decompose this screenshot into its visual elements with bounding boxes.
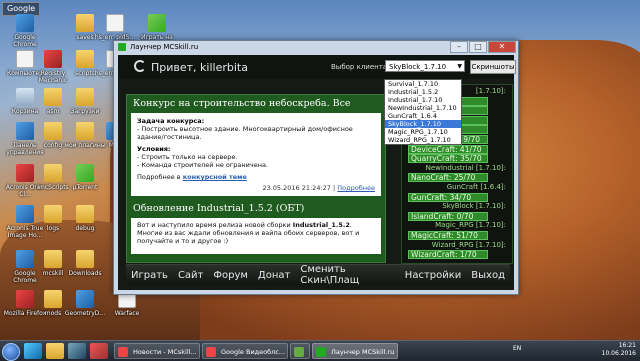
folder-icon	[76, 205, 94, 223]
client-select-label: Выбор клиента:	[331, 63, 390, 71]
minimize-button[interactable]: –	[450, 41, 468, 53]
geometry-dash-icon	[76, 290, 94, 308]
server-status-bar: GunCraft: 34/70	[408, 192, 488, 202]
explorer-icon[interactable]	[46, 343, 64, 359]
document-icon	[106, 14, 124, 32]
launcher-nav: Играть Сайт Форум Донат Сменить Скин\Пла…	[126, 264, 510, 286]
desktop-icon[interactable]: Downloads	[62, 250, 108, 277]
server-group-label: Magic_RPG [1.7.10]:	[435, 221, 506, 230]
server-status-bar: DeviceCraft: 41/70	[408, 144, 488, 154]
folder-icon	[44, 290, 62, 308]
dropdown-option[interactable]: NewIndustrial_1.7.10	[385, 104, 461, 112]
screenshots-button[interactable]: Скриншоты	[470, 60, 516, 74]
news-title: Обновление Industrial_1.5.2 (ОБТ)	[133, 203, 305, 214]
desktop-icon[interactable]: Google Chrome	[2, 14, 48, 48]
contest-topic-link[interactable]: конкурсной теме	[183, 173, 247, 181]
server-group-label: GunCraft [1.6.4]:	[446, 183, 506, 191]
dropdown-option[interactable]: GunCraft_1.6.4	[385, 112, 461, 120]
desktop-icon[interactable]: µTorrent	[62, 164, 108, 191]
server-status-bar: MagicCraft: 51/70	[408, 231, 488, 240]
minecraft-icon	[294, 347, 304, 357]
chrome-icon	[206, 347, 216, 357]
dropdown-option[interactable]: Industrial_1.5.2	[385, 88, 461, 96]
change-skin-button[interactable]: Сменить Скин\Плащ	[295, 264, 389, 286]
utorrent-icon	[76, 164, 94, 182]
server-group-label: NewIndustrial [1.7.10]:	[425, 163, 506, 172]
window-titlebar[interactable]: Лаунчер MCSkill.ru – □ ✕	[114, 41, 518, 53]
server-group-label: SkyBlock [1.7.10]:	[442, 202, 506, 211]
clock-time: 16:21	[618, 342, 636, 349]
start-button[interactable]	[2, 343, 20, 361]
desktop-icon[interactable]: debug	[62, 205, 108, 232]
task-heading: Задача конкурса:	[137, 117, 205, 125]
minecraft-play-icon	[148, 14, 166, 32]
loading-icon	[134, 60, 146, 72]
dropdown-option[interactable]: Survival_1.7.10	[385, 80, 461, 88]
news-body: Вот и наступило время релиза новой сборк…	[131, 218, 381, 254]
system-clock[interactable]: 16:21 10.06.2016	[602, 342, 636, 358]
dropdown-option[interactable]: Magic_RPG_1.7.10	[385, 128, 461, 136]
conditions-heading: Условия:	[137, 145, 171, 153]
registry-mechanic-icon	[44, 50, 62, 68]
app-icon	[118, 43, 126, 51]
folder-icon	[44, 164, 62, 182]
window-controls: – □ ✕	[449, 41, 516, 53]
close-button[interactable]: ✕	[488, 41, 516, 53]
chevron-down-icon: ▼	[457, 63, 462, 70]
folder-icon	[44, 205, 62, 223]
details-link[interactable]: Подробнее	[337, 184, 375, 192]
condition-2: - Команда строителей не ограничена.	[137, 161, 269, 169]
forum-button[interactable]: Форум	[208, 270, 253, 281]
launcher-icon	[316, 347, 326, 357]
client-dropdown-list: Survival_1.7.10 Industrial_1.5.2 Industr…	[384, 79, 462, 145]
donate-button[interactable]: Донат	[253, 270, 295, 281]
taskbar-window-news[interactable]: Новости - MCskill...	[114, 343, 200, 359]
launcher-header: Привет, killerbita Выбор клиента: SkyBlo…	[118, 55, 516, 79]
server-group-label: Wizard_RPG [1.7.10]:	[431, 240, 506, 249]
exit-button[interactable]: Выход	[466, 270, 510, 281]
folder-icon	[44, 122, 62, 140]
chrome-icon	[118, 347, 128, 357]
ie-icon[interactable]	[24, 343, 42, 359]
folder-icon	[76, 88, 94, 106]
news-title: Конкурс на строительство небоскреба. Все…	[133, 98, 351, 127]
client-select[interactable]: SkyBlock_1.7.10 ▼	[385, 60, 465, 72]
dropdown-option[interactable]: Wizard_RPG_1.7.10	[385, 136, 461, 144]
desktop-icon[interactable]: hs_err_pid5...	[92, 14, 138, 41]
desktop-icon[interactable]: Загрузки	[62, 88, 108, 115]
language-indicator[interactable]: EN	[513, 345, 521, 352]
desktop-icon[interactable]: GeometryD...	[62, 290, 108, 317]
taskbar-window-game[interactable]	[290, 343, 310, 359]
chrome-icon	[16, 14, 34, 32]
taskbar: Новости - MCskill... Google Видеоблс... …	[0, 340, 640, 361]
taskbar-window-google[interactable]: Google Видеоблс...	[202, 343, 288, 359]
settings-button[interactable]: Настройки	[400, 270, 466, 281]
news-body: Задача конкурса: - Построить высотное зд…	[131, 113, 381, 196]
server-status-bar: IslandCraft: 0/70	[408, 211, 488, 221]
folder-icon	[76, 250, 94, 268]
clock-date: 10.06.2016	[601, 350, 636, 357]
dropdown-option[interactable]: Industrial_1.7.10	[385, 96, 461, 104]
condition-1: - Строить только на сервере.	[137, 153, 238, 161]
server-status-bar: WizardCraft: 1/70	[408, 250, 488, 260]
more-prefix: Подробнее в	[137, 173, 181, 181]
folder-icon	[44, 88, 62, 106]
news-panel: Конкурс на строительство небоскреба. Все…	[126, 94, 386, 263]
greeting: Привет, killerbita	[134, 60, 248, 74]
media-icon[interactable]	[68, 343, 86, 359]
search-label: Google	[7, 4, 36, 13]
server-status-bar: NanoCraft: 25/70	[408, 173, 488, 183]
folder-icon	[44, 250, 62, 268]
dropdown-option-selected[interactable]: SkyBlock_1.7.10	[385, 120, 461, 128]
app-icon[interactable]	[90, 343, 108, 359]
taskbar-window-launcher[interactable]: Лаунчер MCSkill.ru	[312, 343, 398, 359]
play-button[interactable]: Играть	[126, 270, 173, 281]
site-button[interactable]: Сайт	[173, 270, 208, 281]
maximize-button[interactable]: □	[469, 41, 487, 53]
news-date: 23.05.2016 21:24:27	[262, 184, 331, 192]
task-text: - Построить высотное здание. Многокварти…	[137, 125, 353, 141]
server-status-bar: QuarryCraft: 35/70	[408, 154, 488, 164]
window-title: Лаунчер MCSkill.ru	[130, 43, 199, 51]
